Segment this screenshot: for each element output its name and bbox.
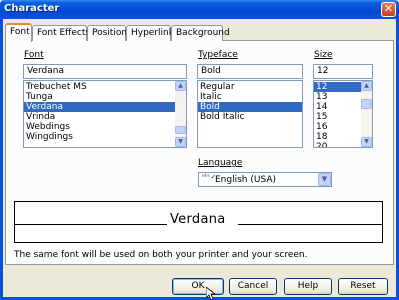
font-label-text: Font (24, 50, 44, 60)
scroll-down-icon[interactable]: ▼ (361, 137, 372, 147)
window-title: Character (4, 3, 60, 14)
tab-position-label: Position (92, 28, 128, 38)
scroll-thumb[interactable] (175, 126, 186, 134)
font-name-input[interactable]: Verdana (23, 64, 187, 79)
list-item-typeface[interactable]: Bold Italic (198, 112, 302, 122)
list-item-typeface[interactable]: Bold (198, 102, 302, 112)
tab-background[interactable]: Background (171, 25, 230, 41)
tab-font-effects-label: Font Effects (37, 28, 91, 38)
size-input[interactable]: 12 (313, 64, 373, 79)
list-item-typeface[interactable]: Regular (198, 82, 302, 92)
list-item-typeface[interactable]: Italic (198, 92, 302, 102)
close-button[interactable]: ✕ (381, 2, 396, 17)
mouse-pointer-icon (206, 287, 216, 300)
font-preview: Verdana (14, 201, 383, 243)
typeface-label: Typeface (198, 50, 238, 60)
size-label-text: Size (314, 50, 333, 60)
font-label: Font (24, 50, 44, 60)
tab-background-label: Background (176, 28, 230, 38)
size-label: Size (314, 50, 332, 60)
list-item-font[interactable]: Webdings (24, 122, 186, 132)
tab-font-effects[interactable]: Font Effects (32, 25, 91, 41)
chevron-down-icon[interactable]: ▼ (318, 173, 331, 186)
list-item-font[interactable]: Tunga (24, 92, 186, 102)
close-icon: ✕ (383, 2, 394, 15)
printer-screen-note: The same font will be used on both your … (14, 250, 308, 260)
list-item-size[interactable]: 12 (314, 82, 361, 92)
window-frame-left (0, 19, 3, 300)
cancel-button[interactable]: Cancel (229, 278, 277, 295)
language-label-text: Language (198, 158, 243, 168)
ok-button[interactable]: OK (172, 278, 224, 295)
typeface-label-text: Typeface (198, 50, 238, 60)
typeface-input[interactable]: Bold (197, 64, 303, 79)
language-value: English (USA) (215, 175, 277, 185)
title-bar: Character ✕ (0, 0, 399, 19)
language-select[interactable]: ᵃᵇᶜ✓ English (USA) ▼ (198, 172, 332, 187)
list-item-font[interactable]: Trebuchet MS (24, 82, 186, 92)
scroll-down-icon[interactable]: ▼ (175, 137, 186, 147)
help-button[interactable]: Help (284, 278, 332, 295)
font-list-scrollbar[interactable]: ▲ ▼ (175, 81, 186, 147)
language-label: Language (198, 158, 242, 168)
preview-baseline-left (15, 224, 167, 225)
size-list-scrollbar[interactable]: ▲ ▼ (361, 81, 372, 147)
scroll-up-icon[interactable]: ▲ (361, 81, 372, 91)
tab-hyperlink[interactable]: Hyperlink (126, 25, 174, 41)
reset-button[interactable]: Reset (338, 278, 388, 295)
list-item-font[interactable]: Wingdings (24, 132, 186, 142)
preview-text: Verdana (170, 212, 226, 227)
scroll-up-icon[interactable]: ▲ (175, 81, 186, 91)
tab-font-label: Font (10, 27, 30, 37)
list-item-font[interactable]: Verdana (24, 102, 186, 112)
list-item-font[interactable]: Vrinda (24, 112, 186, 122)
tab-position[interactable]: Position (87, 25, 128, 41)
size-list[interactable]: 12 13 14 15 16 18 20 ▲ ▼ (313, 80, 373, 148)
scroll-thumb[interactable] (361, 99, 372, 109)
typeface-list[interactable]: Regular Italic Bold Bold Italic (197, 80, 303, 148)
tab-hyperlink-label: Hyperlink (131, 28, 174, 38)
tab-font[interactable]: Font (5, 23, 32, 42)
preview-baseline-right (238, 224, 382, 225)
font-list[interactable]: Trebuchet MS Tunga Verdana Vrinda Webdin… (23, 80, 187, 148)
